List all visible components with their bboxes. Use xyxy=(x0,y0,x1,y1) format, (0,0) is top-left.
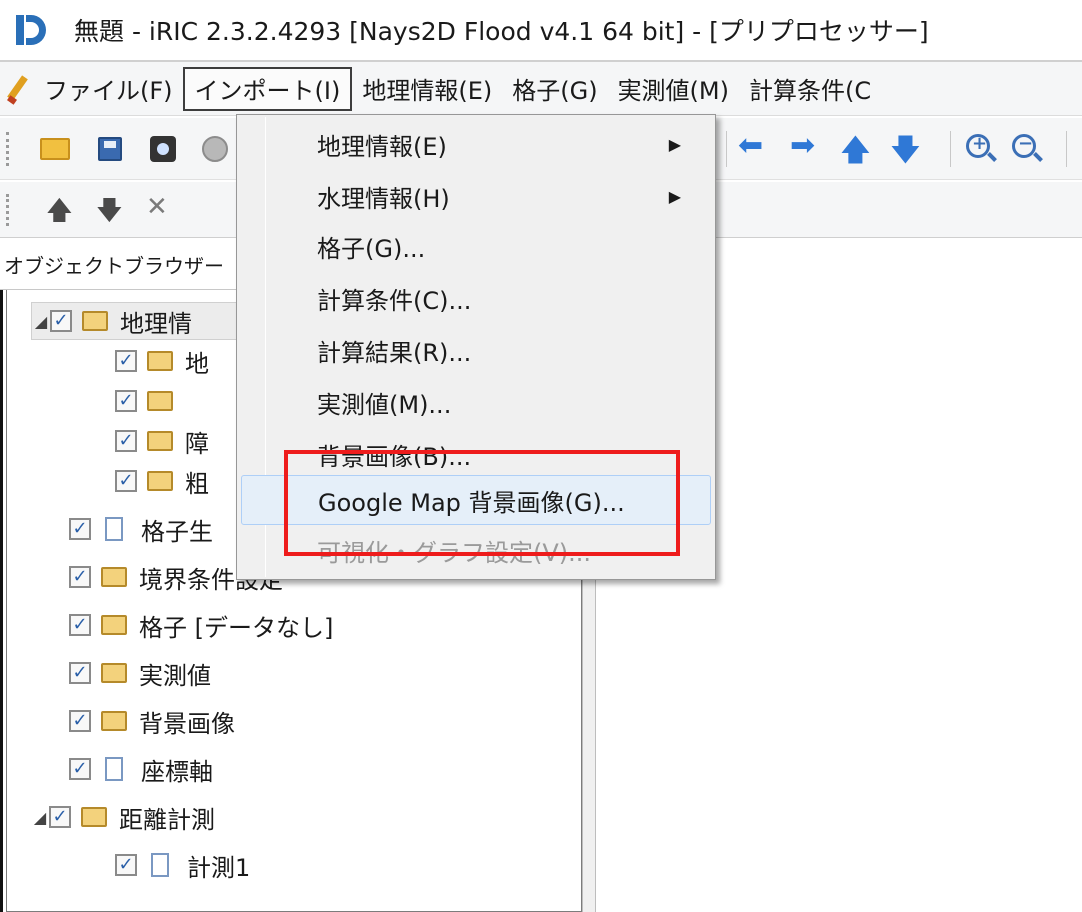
tree-item-grid-generation[interactable]: ✓ 格子生 xyxy=(69,510,213,548)
checkbox-checked-icon[interactable]: ✓ xyxy=(115,854,137,876)
zoom-in-icon[interactable]: + xyxy=(966,133,990,158)
import-hydraulic-data-item[interactable]: 水理情報(H) ▶ xyxy=(241,171,711,221)
checkbox-checked-icon[interactable]: ✓ xyxy=(50,310,72,332)
globe-icon[interactable] xyxy=(202,136,228,162)
tree-item-label: 地理情 xyxy=(120,309,192,338)
menu-item-label: 水理情報(H) xyxy=(317,184,450,213)
file-icon xyxy=(151,853,169,877)
checkbox-checked-icon[interactable]: ✓ xyxy=(115,430,137,452)
move-up-icon[interactable]: 🡅 xyxy=(46,192,73,236)
tree-item-measure-1[interactable]: ✓ 計測1 xyxy=(115,846,250,884)
menu-file[interactable]: ファイル(F) xyxy=(34,67,183,111)
menu-item-label: 計算条件(C)... xyxy=(317,286,472,315)
open-folder-icon[interactable] xyxy=(40,138,70,160)
menu-geo-data[interactable]: 地理情報(E) xyxy=(352,67,502,111)
menu-measured-values[interactable]: 実測値(M) xyxy=(608,67,739,111)
folder-icon xyxy=(147,391,173,411)
delete-icon[interactable]: ✕ xyxy=(146,192,168,222)
tree-item-label: 障 xyxy=(185,429,209,458)
folder-icon xyxy=(147,431,173,451)
checkbox-checked-icon[interactable]: ✓ xyxy=(69,662,91,684)
pan-left-icon[interactable]: ⬅ xyxy=(738,128,763,163)
import-calc-condition-item[interactable]: 計算条件(C)... xyxy=(241,273,711,323)
tree-item-obstacle[interactable]: ✓ 障 xyxy=(115,422,209,460)
import-calc-result-item[interactable]: 計算結果(R)... xyxy=(241,325,711,375)
zoom-out-icon[interactable]: − xyxy=(1012,133,1036,158)
tree-item-distance-measure[interactable]: ◢ ✓ 距離計測 xyxy=(31,798,215,836)
checkbox-checked-icon[interactable]: ✓ xyxy=(115,350,137,372)
tree-item-grid[interactable]: ✓ 格子 [データなし] xyxy=(69,606,333,644)
toolbar-grip[interactable] xyxy=(6,194,10,226)
folder-icon xyxy=(82,311,108,331)
collapse-icon[interactable]: ◢ xyxy=(31,808,49,827)
submenu-arrow-icon: ▶ xyxy=(668,134,681,154)
collapse-icon[interactable]: ◢ xyxy=(32,312,50,331)
checkbox-checked-icon[interactable]: ✓ xyxy=(69,758,91,780)
import-geo-data-item[interactable]: 地理情報(E) ▶ xyxy=(241,119,711,169)
checkbox-checked-icon[interactable]: ✓ xyxy=(69,710,91,732)
menu-item-label: 地理情報(E) xyxy=(317,132,447,161)
pan-up-icon[interactable]: 🡅 xyxy=(840,128,871,179)
tree-item-label: 粗 xyxy=(185,469,209,498)
folder-icon xyxy=(101,663,127,683)
menu-bar: ファイル(F) インポート(I) 地理情報(E) 格子(G) 実測値(M) 計算… xyxy=(0,62,1082,116)
pan-right-icon[interactable]: ➡ xyxy=(790,128,815,163)
menu-item-label: 計算結果(R)... xyxy=(317,338,472,367)
menu-import[interactable]: インポート(I) xyxy=(182,66,353,111)
highlight-annotation-box xyxy=(284,450,680,556)
folder-icon xyxy=(147,471,173,491)
checkbox-checked-icon[interactable]: ✓ xyxy=(115,390,137,412)
tree-item-label: 地 xyxy=(185,349,209,378)
folder-icon xyxy=(101,711,127,731)
menu-grid[interactable]: 格子(G) xyxy=(502,67,607,111)
tree-item-label: 計測1 xyxy=(187,853,251,882)
checkbox-checked-icon[interactable]: ✓ xyxy=(69,614,91,636)
tree-item-geo-data[interactable]: ◢ ✓ 地理情 xyxy=(31,302,241,340)
tree-item-label: 背景画像 xyxy=(139,709,235,738)
file-icon xyxy=(105,757,123,781)
move-down-icon[interactable]: 🡇 xyxy=(96,192,123,236)
tree-item-unnamed[interactable]: ✓ xyxy=(115,382,185,420)
folder-icon xyxy=(147,351,173,371)
import-measured-values-item[interactable]: 実測値(M)... xyxy=(241,377,711,427)
iric-logo-icon xyxy=(10,9,52,51)
window-title: 無題 - iRIC 2.3.2.4293 [Nays2D Flood v4.1 … xyxy=(74,17,929,46)
pan-down-icon[interactable]: 🡇 xyxy=(890,128,921,179)
pencil-icon xyxy=(4,69,34,109)
menu-item-label: 格子(G)... xyxy=(317,234,426,263)
checkbox-checked-icon[interactable]: ✓ xyxy=(49,806,71,828)
tree-item-axes[interactable]: ✓ 座標軸 xyxy=(69,750,213,788)
tree-item-background-image[interactable]: ✓ 背景画像 xyxy=(69,702,235,740)
camera-icon[interactable] xyxy=(150,136,176,162)
toolbar-grip[interactable] xyxy=(6,132,10,166)
tree-item-label: 格子 [データなし] xyxy=(139,613,334,642)
checkbox-checked-icon[interactable]: ✓ xyxy=(115,470,137,492)
folder-icon xyxy=(101,567,127,587)
object-browser-title: オブジェクトブラウザー xyxy=(0,240,236,290)
toolbar-separator xyxy=(1066,131,1067,167)
tree-item-measured-values[interactable]: ✓ 実測値 xyxy=(69,654,211,692)
tree-item-label: 座標軸 xyxy=(141,757,213,786)
tree-item-geo-sub[interactable]: ✓ 地 xyxy=(115,342,209,380)
toolbar-separator xyxy=(950,131,951,167)
tree-item-label: 距離計測 xyxy=(119,805,215,834)
menu-calc-condition[interactable]: 計算条件(C xyxy=(739,67,881,111)
submenu-arrow-icon: ▶ xyxy=(668,186,681,206)
tree-item-roughness[interactable]: ✓ 粗 xyxy=(115,462,209,500)
toolbar-separator xyxy=(726,131,727,167)
menu-item-label: 実測値(M)... xyxy=(317,390,452,419)
checkbox-checked-icon[interactable]: ✓ xyxy=(69,566,91,588)
folder-icon xyxy=(81,807,107,827)
tree-item-label: 格子生 xyxy=(141,517,213,546)
tree-item-label: 実測値 xyxy=(139,661,211,690)
import-grid-item[interactable]: 格子(G)... xyxy=(241,221,711,271)
file-icon xyxy=(105,517,123,541)
save-icon[interactable] xyxy=(98,137,122,161)
checkbox-checked-icon[interactable]: ✓ xyxy=(69,518,91,540)
title-bar: 無題 - iRIC 2.3.2.4293 [Nays2D Flood v4.1 … xyxy=(0,0,1082,60)
folder-icon xyxy=(101,615,127,635)
